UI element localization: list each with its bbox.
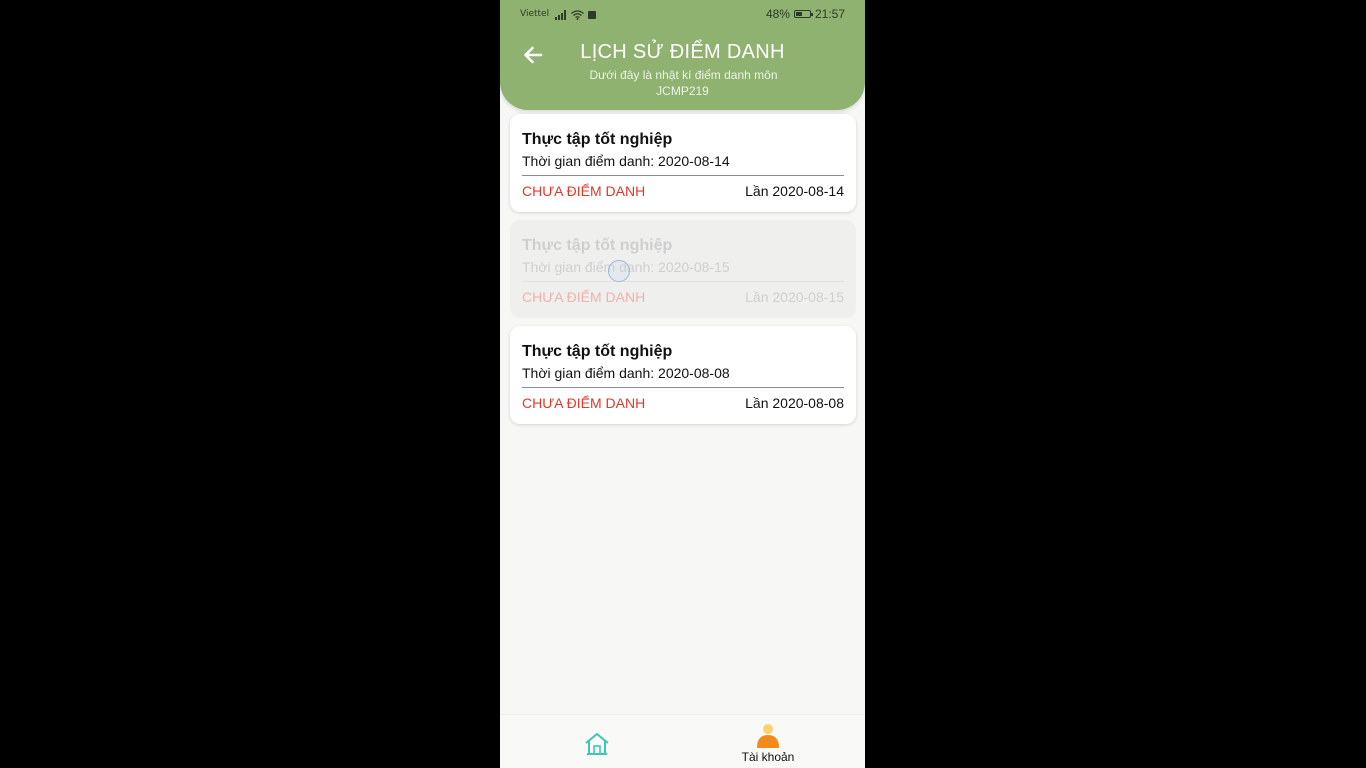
card-status: CHƯA ĐIỂM DANH — [522, 289, 646, 305]
nav-account-button[interactable]: Tài khoản — [728, 723, 808, 765]
status-bar: Viettel 48% 21:57 — [500, 0, 865, 28]
notification-icon — [588, 11, 596, 19]
card-time: Thời gian điểm danh: 2020-08-14 — [522, 153, 730, 169]
attendance-card[interactable]: Thực tập tốt nghiệp Thời gian điểm danh:… — [510, 326, 856, 424]
card-title: Thực tập tốt nghiệp — [522, 237, 673, 254]
app-header: Viettel 48% 21:57 LỊCH SỬ ĐIỂM DANH Dưới… — [500, 0, 865, 110]
card-divider — [522, 387, 844, 388]
card-divider — [522, 281, 844, 282]
nav-home-button[interactable] — [584, 731, 610, 757]
touch-ripple — [608, 260, 630, 282]
battery-icon — [793, 10, 813, 18]
card-title: Thực tập tốt nghiệp — [522, 343, 673, 360]
home-icon — [585, 733, 609, 755]
user-avatar-icon — [756, 723, 780, 749]
clock: 21:57 — [814, 7, 845, 21]
battery-percent: 48% — [765, 7, 790, 21]
card-title: Thực tập tốt nghiệp — [522, 131, 673, 148]
attendance-card[interactable]: Thực tập tốt nghiệp Thời gian điểm danh:… — [510, 220, 856, 318]
course-code: JCMP219 — [656, 84, 709, 98]
card-divider — [522, 175, 844, 176]
card-time: Thời gian điểm danh: 2020-08-08 — [522, 365, 730, 381]
card-status: CHƯA ĐIỂM DANH — [522, 183, 646, 199]
signal-icon — [555, 10, 566, 20]
attendance-card[interactable]: Thực tập tốt nghiệp Thời gian điểm danh:… — [510, 114, 856, 212]
carrier-name: Viettel — [520, 9, 550, 19]
card-count: Lần 2020-08-14 — [745, 183, 844, 199]
nav-account-label: Tài khoản — [741, 750, 795, 764]
status-right: 48% 21:57 — [766, 7, 845, 21]
card-count: Lần 2020-08-08 — [745, 395, 844, 411]
card-count: Lần 2020-08-15 — [745, 289, 844, 305]
status-icons — [555, 8, 597, 20]
phone-screen: Viettel 48% 21:57 LỊCH SỬ ĐIỂM DANH Dưới… — [500, 0, 865, 768]
page-subtitle: Dưới đây là nhật kí điểm danh môn JCMP21… — [500, 67, 865, 99]
battery-level — [795, 12, 802, 16]
subtitle-text: Dưới đây là nhật kí điểm danh môn — [589, 68, 778, 82]
bottom-navigation: Tài khoản — [500, 714, 865, 768]
card-status: CHƯA ĐIỂM DANH — [522, 395, 646, 411]
wifi-icon — [571, 10, 584, 20]
page-title: LỊCH SỬ ĐIỂM DANH — [580, 41, 785, 63]
